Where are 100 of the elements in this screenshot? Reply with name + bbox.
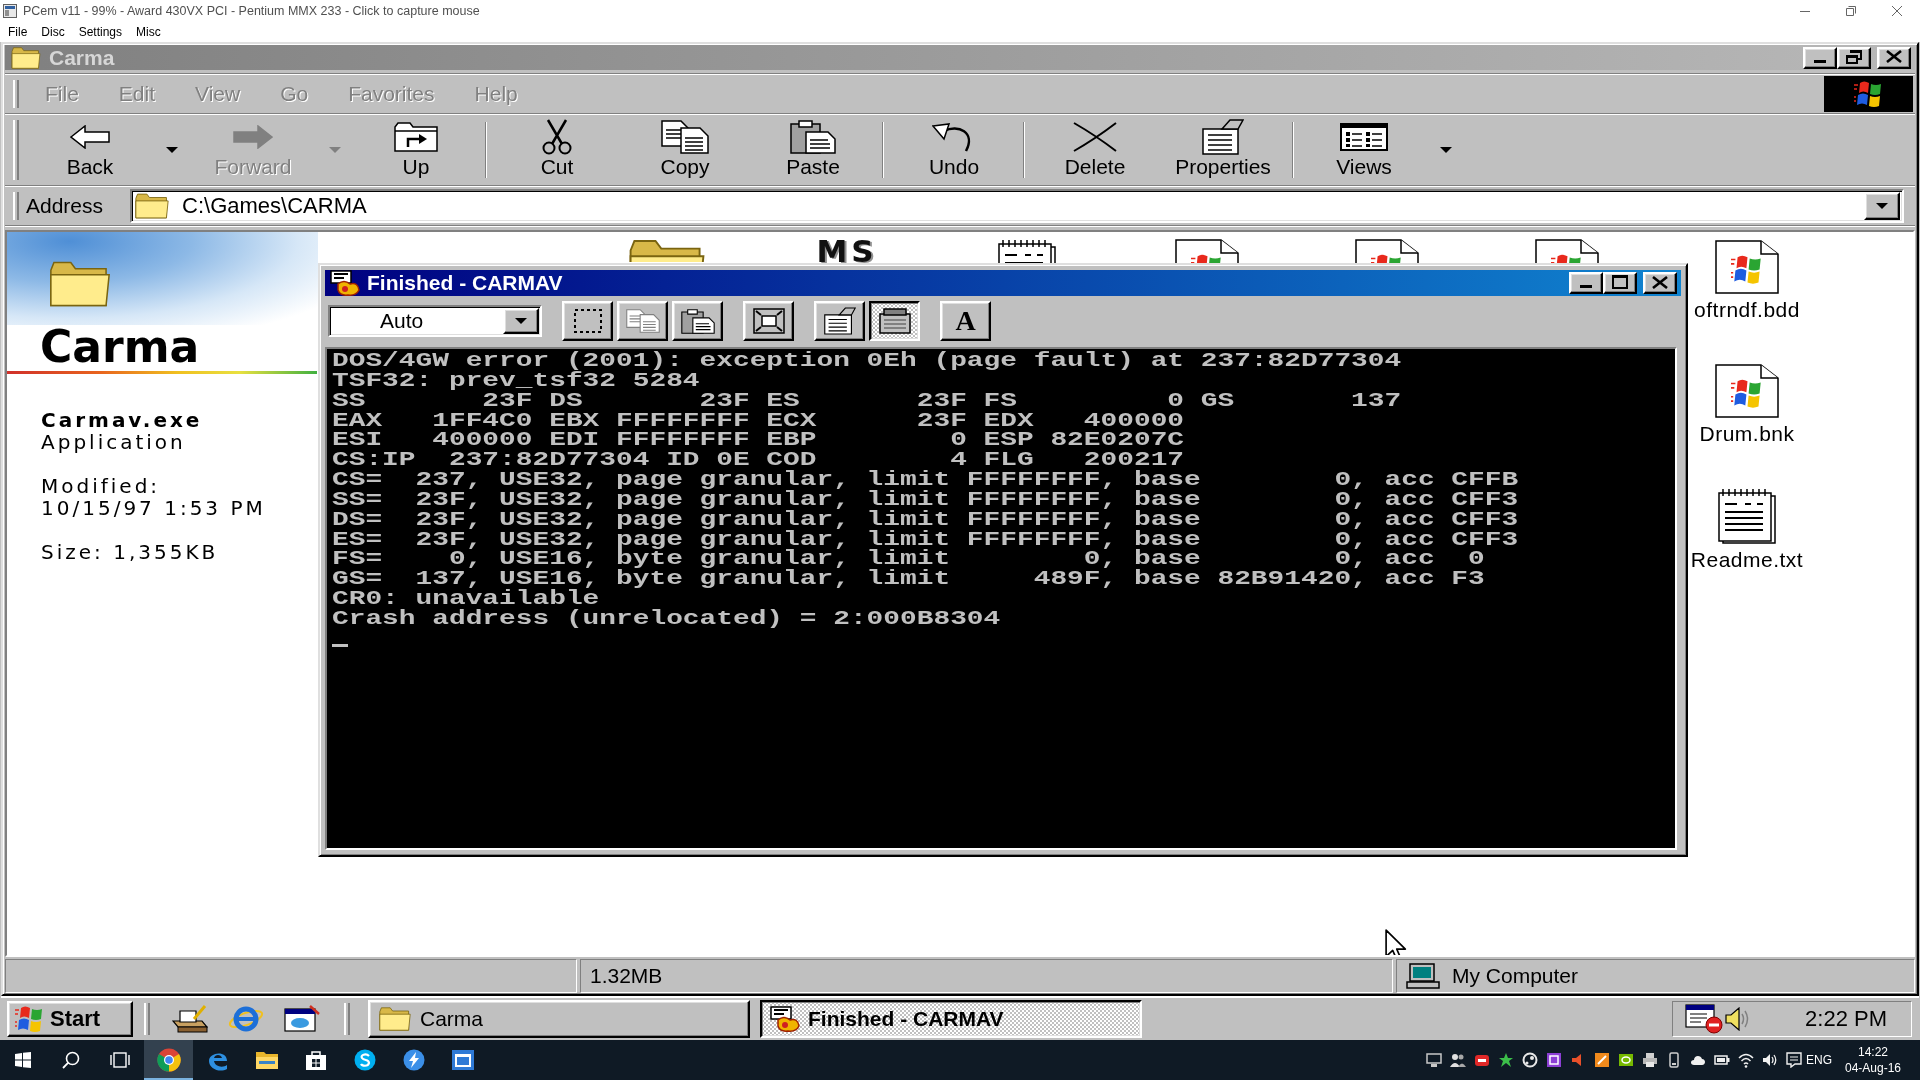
close-icon: [1892, 6, 1902, 16]
restore-button[interactable]: [1837, 46, 1871, 69]
taskbar-app-button[interactable]: [144, 1040, 193, 1080]
document-flag-icon: [1715, 364, 1779, 418]
device-icon: [1666, 1052, 1682, 1068]
font-size-dropdown[interactable]: Auto: [328, 305, 542, 337]
properties-icon: [1202, 119, 1244, 155]
browser-icon: [156, 1048, 181, 1072]
x-mark-icon: [1072, 122, 1118, 152]
minimize-button[interactable]: [1569, 272, 1603, 294]
toolbar-button[interactable]: Up: [352, 117, 480, 183]
text-cursor: [332, 643, 348, 647]
speaker-icon: [1725, 1007, 1751, 1031]
folder-up-icon: [394, 122, 438, 152]
caret-icon: [165, 147, 178, 153]
document-flag-icon: [1535, 239, 1599, 263]
close-button[interactable]: [1877, 46, 1911, 69]
toolbar-button[interactable]: Paste: [749, 117, 877, 183]
browser-icon: [228, 1004, 264, 1034]
views-grid-icon: [1340, 123, 1388, 151]
menu-item[interactable]: Settings: [71, 22, 130, 42]
windows-logo-icon: [15, 1052, 31, 1068]
taskbar-button[interactable]: Carma: [368, 1000, 750, 1038]
console-line: SS 23F DS 23F ES 23F FS 0 GS 137: [332, 390, 1402, 411]
search-icon: [61, 1051, 80, 1069]
toolbar-button[interactable]: Undo: [890, 117, 1018, 183]
notepad-icon: [995, 239, 1059, 263]
language-indicator[interactable]: ENG: [1806, 1053, 1832, 1067]
printer-icon: [1642, 1052, 1658, 1068]
menu-item[interactable]: Misc: [129, 22, 168, 42]
minimize-icon: [1814, 59, 1826, 63]
notification-icon: [1786, 1052, 1802, 1068]
maximize-button[interactable]: [1603, 272, 1637, 294]
caret-icon: [328, 147, 341, 153]
dropdown-button[interactable]: [1864, 192, 1900, 220]
file-size: Size: 1,355KB: [41, 541, 219, 563]
toolbar-button[interactable]: Views: [1300, 117, 1428, 183]
toolbar-button[interactable]: Properties: [1159, 117, 1287, 183]
clipboard-icon: [680, 308, 715, 334]
start-button[interactable]: Start: [7, 1001, 133, 1037]
monitor-icon: [1426, 1052, 1442, 1068]
program-icon: [330, 270, 360, 296]
tray-app-icon: [1522, 1052, 1538, 1068]
notepad-icon: [1715, 488, 1779, 544]
dropdown-button[interactable]: [503, 308, 539, 334]
close-button[interactable]: [1643, 272, 1677, 294]
toolbar-button[interactable]: Back: [26, 117, 154, 183]
folder-title: Carma: [40, 325, 200, 369]
minimize-icon: [1580, 285, 1592, 288]
shopping-bag-icon: [304, 1049, 327, 1071]
status-text: 1.32MB: [590, 964, 663, 988]
background-window-icon: [878, 308, 911, 334]
console-line: Crash address (unrelocated) = 2:000B8304: [332, 608, 1001, 629]
close-icon: [1652, 275, 1668, 289]
console-line: TSF32: prev_tsf32 5284: [332, 370, 700, 391]
copy-pages-icon: [625, 309, 660, 333]
caret-icon: [1876, 203, 1888, 209]
right-arrow-icon: [233, 125, 273, 149]
computer-icon: [1406, 963, 1440, 989]
file-name: Carmav.exe: [41, 409, 203, 431]
toolbar-button[interactable]: Copy: [621, 117, 749, 183]
console-line: DS= 23F, USE32, page granular, limit FFFFFFFF, base 0, acc CFF3: [332, 509, 1519, 530]
volume-icon: [1762, 1052, 1778, 1068]
file-type: Application: [41, 431, 186, 453]
caret-icon: [515, 318, 527, 324]
tray-app-icon: [1618, 1052, 1634, 1068]
restore-icon: [1846, 49, 1862, 64]
toolbar-button[interactable]: Delete: [1031, 117, 1159, 183]
folder-icon: [135, 193, 170, 219]
restore-icon: [1846, 6, 1856, 16]
modified-date: 10/15/97 1:53 PM: [41, 497, 266, 519]
channels-icon: [284, 1005, 320, 1033]
toolbar-button[interactable]: [869, 301, 920, 341]
toolbar-button[interactable]: Cut: [493, 117, 621, 183]
close-icon: [1886, 50, 1902, 63]
people-icon: [1450, 1052, 1466, 1068]
font-button[interactable]: A: [940, 301, 991, 341]
console-line: CR0: unavailable: [332, 589, 600, 609]
window-title: Carma: [49, 45, 115, 70]
console-line: SS= 23F, USE32, page granular, limit FFFFFFFF, base 0, acc CFF3: [332, 489, 1519, 510]
folder-icon: [254, 1050, 279, 1070]
copy-pages-icon: [661, 120, 709, 154]
window-title: Finished - CARMAV: [367, 271, 563, 295]
caret-icon: [1439, 147, 1452, 153]
lightning-circle-icon: [402, 1049, 425, 1071]
document-flag-icon: [1715, 240, 1779, 294]
file-name[interactable]: Readme.txt: [1690, 548, 1804, 572]
status-text: My Computer: [1452, 964, 1579, 988]
taskbar-button[interactable]: Finished - CARMAV: [760, 1000, 1142, 1038]
minimize-button[interactable]: [1803, 46, 1837, 69]
modified-label: Modified:: [41, 475, 161, 497]
file-name[interactable]: oftrndf.bdd: [1694, 298, 1800, 322]
console-line: ES= 23F, USE32, page granular, limit FFFFFFFF, base 0, acc CFF3: [332, 529, 1519, 550]
menu-item[interactable]: Disc: [34, 22, 72, 42]
file-name[interactable]: Drum.bnk: [1699, 422, 1795, 446]
document-flag-icon: [1175, 239, 1239, 263]
tray-app-icon: [1546, 1052, 1562, 1068]
address-field[interactable]: C:\Games\CARMA: [130, 189, 1904, 223]
properties-icon: [823, 307, 856, 335]
menu-item[interactable]: File: [1, 22, 35, 42]
